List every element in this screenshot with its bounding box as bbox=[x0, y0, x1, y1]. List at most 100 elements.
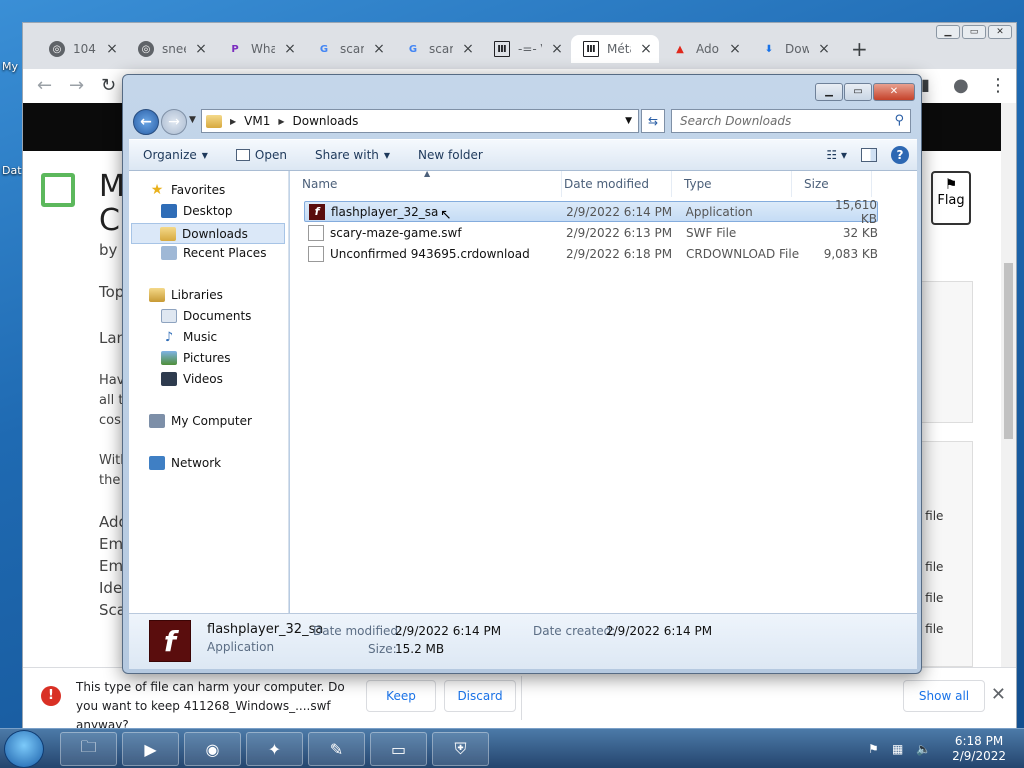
nav-pictures[interactable]: Pictures bbox=[161, 351, 231, 365]
nav-music[interactable]: ♪ Music bbox=[161, 330, 217, 345]
nav-label: Downloads bbox=[182, 226, 248, 241]
start-button[interactable] bbox=[4, 730, 44, 768]
help-icon[interactable]: ? bbox=[891, 146, 909, 164]
file-row-scary-maze[interactable]: scary-maze-game.swf 2/9/2022 6:13 PM SWF… bbox=[304, 222, 878, 243]
column-header-name[interactable]: Name ▲ bbox=[290, 169, 562, 197]
download-warning-text: This type of file can harm your computer… bbox=[76, 680, 345, 732]
minimize-icon[interactable]: ▁ bbox=[815, 83, 843, 101]
taskbar-media-player[interactable]: ▶ bbox=[122, 732, 179, 766]
file-row-unconfirmed[interactable]: Unconfirmed 943695.crdownload 2/9/2022 6… bbox=[304, 243, 878, 264]
show-all-button[interactable]: Show all bbox=[903, 680, 985, 712]
chevron-right-icon[interactable]: ▶ bbox=[278, 117, 284, 126]
open-button[interactable]: Open bbox=[222, 148, 301, 162]
chevron-down-icon[interactable]: ▼ bbox=[625, 116, 632, 126]
chevron-down-icon[interactable]: ▼ bbox=[189, 115, 196, 125]
nav-favorites[interactable]: ★ Favorites bbox=[149, 182, 226, 198]
preview-pane-icon[interactable] bbox=[861, 148, 877, 162]
back-arrow-icon[interactable]: ← bbox=[133, 109, 159, 135]
tab-7[interactable]: ▲ Adob × bbox=[660, 35, 748, 63]
details-file-kind: Application bbox=[207, 640, 275, 654]
tab-6[interactable]: Ⅲ Méta × bbox=[571, 35, 659, 63]
network-tray-icon[interactable]: ▦ bbox=[892, 742, 903, 756]
close-icon[interactable]: × bbox=[817, 41, 831, 57]
close-icon[interactable]: × bbox=[194, 41, 208, 57]
view-options-icon[interactable]: ☷ ▾ bbox=[826, 148, 847, 162]
volume-icon[interactable]: 🔈 bbox=[916, 742, 931, 756]
close-icon[interactable]: × bbox=[639, 41, 653, 57]
search-icon[interactable]: ⚲ bbox=[894, 110, 904, 132]
page-scrollbar[interactable] bbox=[1001, 103, 1016, 667]
nav-label: Recent Places bbox=[183, 246, 267, 260]
adobe-icon: ▲ bbox=[676, 43, 684, 55]
taskbar-chrome[interactable]: ◉ bbox=[184, 732, 241, 766]
recent-places-icon bbox=[161, 246, 177, 260]
breadcrumb-downloads[interactable]: Downloads bbox=[293, 114, 359, 128]
nav-videos[interactable]: Videos bbox=[161, 372, 223, 386]
keep-button[interactable]: Keep bbox=[366, 680, 436, 712]
file-row-flashplayer[interactable]: f flashplayer_32_sa 2/9/2022 6:14 PM App… bbox=[304, 198, 878, 226]
maximize-icon[interactable]: ▭ bbox=[962, 25, 986, 39]
desktop-icon bbox=[161, 204, 177, 218]
nav-libraries[interactable]: Libraries bbox=[149, 288, 223, 302]
chevron-right-icon[interactable]: ▶ bbox=[230, 117, 236, 126]
share-with-button[interactable]: Share with ▼ bbox=[301, 148, 404, 162]
close-icon[interactable]: × bbox=[105, 41, 119, 57]
close-icon[interactable]: × bbox=[283, 41, 297, 57]
shield-icon: ⛨ bbox=[454, 739, 467, 758]
close-icon[interactable]: × bbox=[728, 41, 742, 57]
back-arrow-icon[interactable]: ← bbox=[37, 75, 52, 96]
organize-button[interactable]: Organize ▼ bbox=[129, 148, 222, 162]
profile-avatar-icon[interactable]: ● bbox=[953, 75, 969, 96]
search-input[interactable]: Search Downloads ⚲ bbox=[671, 109, 911, 133]
close-icon[interactable]: ✕ bbox=[988, 25, 1012, 39]
flag-button[interactable]: ⚑ Flag bbox=[931, 171, 971, 225]
maximize-icon[interactable]: ▭ bbox=[844, 83, 872, 101]
new-tab-button[interactable]: + bbox=[851, 37, 868, 61]
close-icon[interactable]: ✕ bbox=[873, 83, 915, 101]
taskbar-cmd[interactable]: ▭ bbox=[370, 732, 427, 766]
nav-my-computer[interactable]: My Computer bbox=[149, 414, 252, 428]
close-icon[interactable]: × bbox=[461, 41, 475, 57]
breadcrumb-vm1[interactable]: VM1 bbox=[244, 114, 270, 128]
tab-3[interactable]: G scary × bbox=[304, 35, 392, 63]
nav-downloads[interactable]: Downloads bbox=[131, 223, 285, 244]
refresh-icon[interactable]: ⇆ bbox=[641, 109, 665, 133]
scrollbar-thumb[interactable] bbox=[1004, 263, 1013, 439]
menu-kebab-icon[interactable]: ⋮ bbox=[989, 75, 1007, 96]
forward-arrow-icon[interactable]: → bbox=[161, 109, 187, 135]
tab-2[interactable]: P What × bbox=[215, 35, 303, 63]
close-icon[interactable]: × bbox=[372, 41, 386, 57]
taskbar-notepad[interactable]: ✎ bbox=[308, 732, 365, 766]
taskbar-security[interactable]: ⛨ bbox=[432, 732, 489, 766]
close-icon[interactable]: ✕ bbox=[991, 684, 1006, 705]
discard-button[interactable]: Discard bbox=[444, 680, 516, 712]
close-icon[interactable]: × bbox=[550, 41, 564, 57]
forward-arrow-icon[interactable]: → bbox=[69, 75, 84, 96]
nav-documents[interactable]: Documents bbox=[161, 309, 251, 323]
tab-4[interactable]: G scary × bbox=[393, 35, 481, 63]
tab-0[interactable]: ◎ 104… × bbox=[37, 35, 125, 63]
desktop-label-my[interactable]: My bbox=[2, 60, 18, 73]
new-folder-button[interactable]: New folder bbox=[404, 148, 497, 162]
desktop-label-dat[interactable]: Dat bbox=[2, 164, 22, 177]
column-header-date[interactable]: Date modified bbox=[552, 171, 672, 197]
column-header-size[interactable]: Size bbox=[792, 171, 872, 197]
nav-recent-places[interactable]: Recent Places bbox=[161, 246, 266, 260]
sidebar-icon[interactable]: ▮ bbox=[921, 75, 930, 94]
nav-label: Desktop bbox=[183, 204, 233, 218]
tab-8[interactable]: ⬇ Dow × bbox=[749, 35, 837, 63]
address-bar[interactable]: ▶ VM1 ▶ Downloads ▼ bbox=[201, 109, 639, 133]
system-clock[interactable]: 6:18 PM 2/9/2022 bbox=[952, 734, 1006, 764]
details-label: Size: bbox=[368, 642, 397, 656]
taskbar-app[interactable]: ✦ bbox=[246, 732, 303, 766]
nav-desktop[interactable]: Desktop bbox=[161, 204, 233, 218]
nav-network[interactable]: Network bbox=[149, 456, 221, 470]
taskbar-explorer[interactable]: 🗀 bbox=[60, 732, 117, 766]
reload-icon[interactable]: ↻ bbox=[101, 75, 116, 96]
flag-tray-icon[interactable]: ⚑ bbox=[868, 742, 879, 756]
tab-5[interactable]: Ⅲ -=- V × bbox=[482, 35, 570, 63]
chrome-icon: ◉ bbox=[205, 739, 220, 759]
column-header-type[interactable]: Type bbox=[672, 171, 792, 197]
minimize-icon[interactable]: ▁ bbox=[936, 25, 960, 39]
tab-1[interactable]: ◎ snee × bbox=[126, 35, 214, 63]
